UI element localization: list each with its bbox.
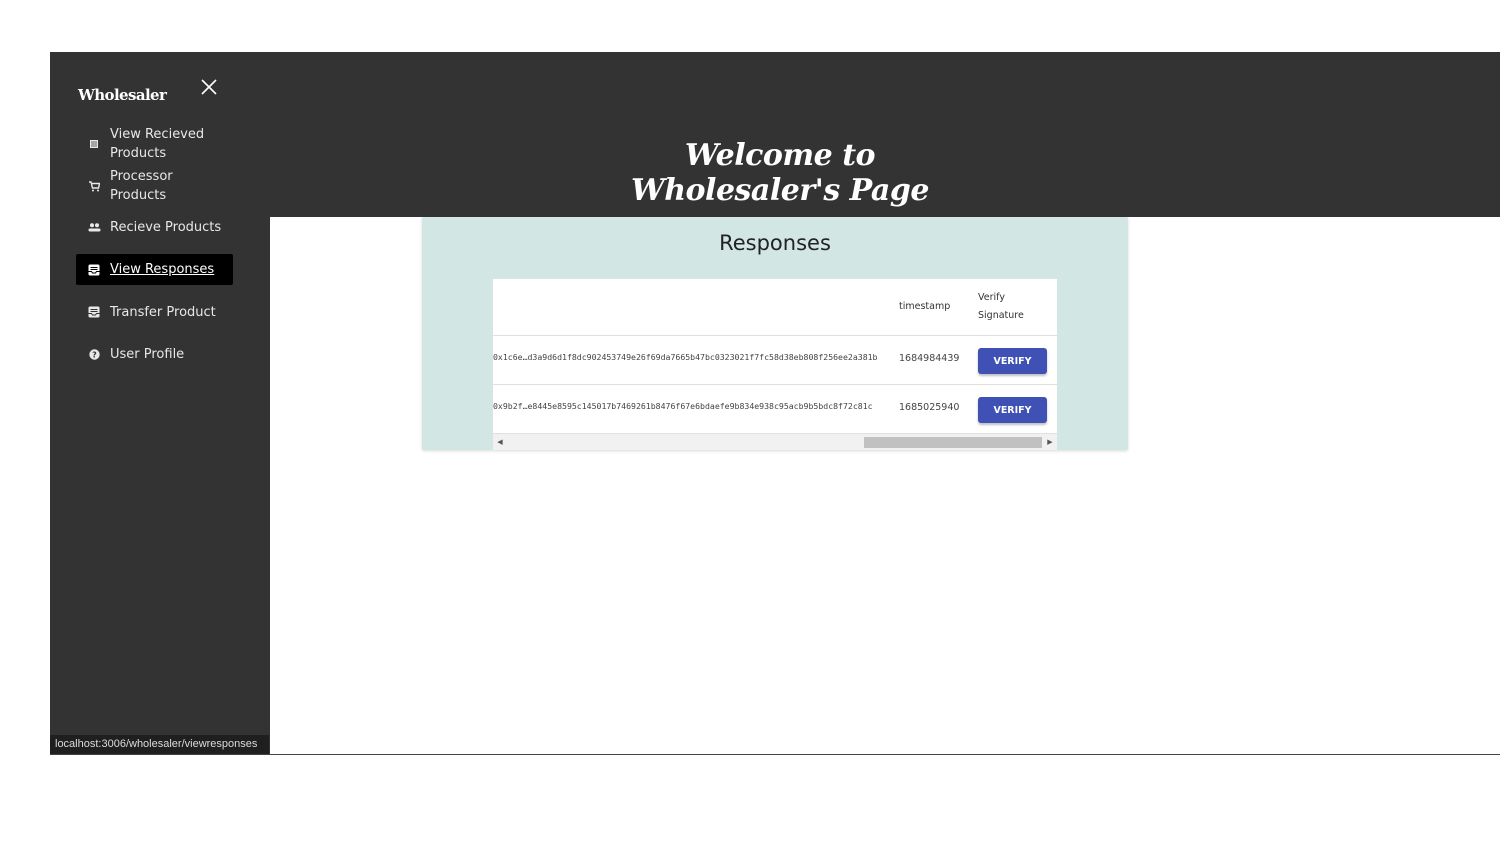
responses-table: timestamp Verify Signature 0x1c6e…d3a9d6d… — [493, 279, 1057, 450]
sidebar-item-user-profile[interactable]: ? User Profile — [76, 344, 233, 364]
response-timestamp: 1685025940 — [899, 402, 960, 413]
link-status-bar: localhost:3006/wholesaler/viewresponses — [50, 735, 269, 754]
response-hash: 0x9b2f…e8445e8595c145017b7469261b8476f67… — [493, 401, 873, 411]
cart-icon — [82, 180, 106, 192]
svg-text:?: ? — [92, 350, 97, 359]
verify-button[interactable]: VERIFY — [978, 397, 1047, 423]
sidebar-item-label: User Profile — [110, 346, 185, 362]
table-row: 0x1c6e…d3a9d6d1f8dc902453749e26f69da7665… — [493, 336, 1057, 385]
responses-card: Responses timestamp Verify Signature 0x1c… — [422, 217, 1128, 450]
scrollbar-thumb[interactable] — [864, 437, 1042, 448]
sidebar-drawer: Wholesaler View Recieved Products Process… — [50, 52, 270, 754]
scroll-left-arrow-icon[interactable]: ◀ — [493, 434, 507, 450]
column-header-verify-signature: Verify Signature — [978, 292, 1024, 321]
inbox-icon — [82, 264, 106, 276]
responses-title: Responses — [719, 231, 831, 255]
help-icon: ? — [82, 348, 106, 360]
app-window: Welcome to Wholesaler's Page Wholesaler … — [50, 52, 1500, 755]
list-icon — [82, 140, 106, 148]
sidebar-item-processor-products[interactable]: Processor Products — [76, 166, 233, 206]
horizontal-scrollbar[interactable]: ◀ ▶ — [493, 434, 1057, 450]
sidebar-item-label: View Recieved Products — [110, 127, 205, 161]
column-header-timestamp: timestamp — [899, 301, 951, 312]
scroll-right-arrow-icon[interactable]: ▶ — [1043, 434, 1057, 450]
sidebar-item-view-recieved-products[interactable]: View Recieved Products — [76, 124, 233, 164]
sidebar-item-label: Processor Products — [110, 169, 173, 203]
people-icon — [82, 222, 106, 232]
verify-button[interactable]: VERIFY — [978, 348, 1047, 374]
sidebar-item-label: View Responses — [110, 262, 215, 277]
table-row: 0x9b2f…e8445e8595c145017b7469261b8476f67… — [493, 385, 1057, 434]
welcome-heading: Welcome to Wholesaler's Page — [631, 138, 929, 208]
response-hash: 0x1c6e…d3a9d6d1f8dc902453749e26f69da7665… — [493, 352, 878, 362]
sidebar-item-label: Recieve Products — [110, 219, 222, 235]
sidebar-item-view-responses[interactable]: View Responses — [76, 254, 233, 285]
sidebar-item-transfer-product[interactable]: Transfer Product — [76, 302, 233, 322]
brand-title: Wholesaler — [78, 86, 167, 104]
sidebar-item-recieve-products[interactable]: Recieve Products — [76, 217, 233, 237]
close-icon[interactable] — [198, 78, 220, 100]
sidebar-item-label: Transfer Product — [110, 304, 216, 320]
response-timestamp: 1684984439 — [899, 353, 960, 364]
table-header: timestamp Verify Signature — [493, 279, 1057, 336]
inbox-icon — [82, 306, 106, 318]
